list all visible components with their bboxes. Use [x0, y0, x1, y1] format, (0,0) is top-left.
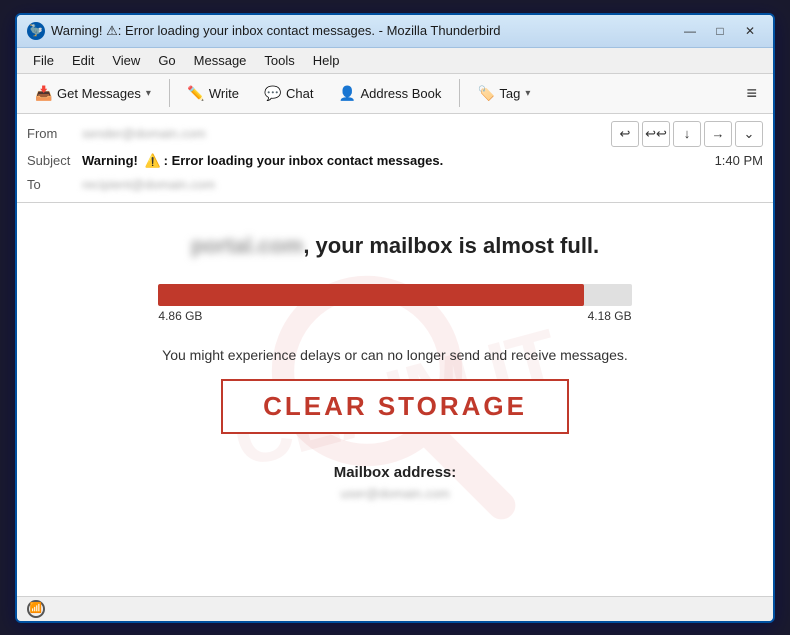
reply-all-button[interactable]: ↩↩ [642, 121, 670, 147]
tag-dropdown-icon[interactable]: ▾ [525, 88, 530, 99]
write-button[interactable]: ✏️ Write [177, 80, 250, 106]
get-messages-icon: 📥 [36, 85, 52, 101]
get-messages-dropdown-icon[interactable]: ▾ [146, 88, 151, 99]
window-title: Warning! ⚠: Error loading your inbox con… [51, 23, 501, 39]
get-messages-label: Get Messages [57, 86, 141, 101]
menu-help[interactable]: Help [305, 50, 348, 71]
address-book-icon: 👤 [339, 85, 355, 101]
tag-label: Tag [499, 86, 520, 101]
menu-message[interactable]: Message [186, 50, 255, 71]
email-timestamp: 1:40 PM [715, 153, 763, 168]
email-header: From sender@domain.com ↩ ↩↩ ↓ → ⌄ Subjec… [17, 114, 773, 203]
address-book-button[interactable]: 👤 Address Book [328, 80, 452, 106]
menu-go[interactable]: Go [150, 50, 183, 71]
toolbar: 📥 Get Messages ▾ ✏️ Write 💬 Chat 👤 Addre… [17, 74, 773, 114]
from-value: sender@domain.com [82, 126, 206, 141]
app-icon: 🦤 [27, 22, 45, 40]
menu-edit[interactable]: Edit [64, 50, 102, 71]
to-value: recipient@domain.com [82, 177, 215, 192]
title-bar-left: 🦤 Warning! ⚠: Error loading your inbox c… [27, 22, 501, 40]
blurred-domain: portal.com [191, 233, 303, 258]
close-button[interactable]: ✕ [737, 21, 763, 41]
main-window: 🦤 Warning! ⚠: Error loading your inbox c… [15, 13, 775, 623]
menu-file[interactable]: File [25, 50, 62, 71]
chat-icon: 💬 [265, 85, 281, 101]
chat-button[interactable]: 💬 Chat [254, 80, 324, 106]
from-label: From [27, 126, 82, 141]
menu-tools[interactable]: Tools [256, 50, 302, 71]
chat-label: Chat [286, 86, 313, 101]
hamburger-button[interactable]: ≡ [738, 79, 765, 108]
subject-row: Subject Warning! ⚠️: Error loading your … [17, 150, 773, 172]
address-book-label: Address Book [360, 86, 441, 101]
headline-suffix: , your mailbox is almost full. [303, 233, 599, 258]
tag-button[interactable]: 🏷️ Tag ▾ [467, 80, 541, 106]
toolbar-divider-1 [169, 79, 170, 107]
subject-label: Subject [27, 153, 82, 168]
clear-storage-label: CLEAR STORAGE [263, 391, 527, 421]
used-storage-label: 4.86 GB [158, 309, 202, 323]
window-controls: — □ ✕ [677, 21, 763, 41]
progress-labels: 4.86 GB 4.18 GB [158, 309, 631, 323]
write-label: Write [209, 86, 239, 101]
email-content: CLAIM IT portal.com, your mailbox is alm… [17, 203, 773, 596]
signal-icon: 📶 [30, 603, 42, 614]
from-row: From sender@domain.com ↩ ↩↩ ↓ → ⌄ [17, 118, 773, 150]
delay-warning-text: You might experience delays or can no lo… [162, 347, 628, 363]
menu-view[interactable]: View [104, 50, 148, 71]
mailbox-address: user@domain.com [334, 486, 457, 501]
progress-bar-background [158, 284, 631, 306]
clear-storage-button[interactable]: CLEAR STORAGE [221, 379, 569, 434]
warning-icon: ⚠️ [144, 153, 160, 169]
down-button[interactable]: ↓ [673, 121, 701, 147]
title-bar: 🦤 Warning! ⚠: Error loading your inbox c… [17, 15, 773, 48]
subject-text: Warning! ⚠️: Error loading your inbox co… [82, 153, 443, 169]
maximize-button[interactable]: □ [707, 21, 733, 41]
email-body: CLAIM IT portal.com, your mailbox is alm… [17, 203, 773, 596]
mailbox-section: Mailbox address: user@domain.com [334, 464, 457, 501]
mailbox-title: Mailbox address: [334, 464, 457, 481]
progress-bar-fill [158, 284, 584, 306]
write-icon: ✏️ [188, 85, 204, 101]
tag-icon: 🏷️ [478, 85, 494, 101]
toolbar-divider-2 [459, 79, 460, 107]
to-row: To recipient@domain.com [17, 172, 773, 198]
get-messages-button[interactable]: 📥 Get Messages ▾ [25, 80, 162, 106]
to-label: To [27, 177, 82, 192]
email-headline: portal.com, your mailbox is almost full. [191, 233, 599, 259]
total-storage-label: 4.18 GB [588, 309, 632, 323]
status-bar: 📶 [17, 596, 773, 621]
more-button[interactable]: ⌄ [735, 121, 763, 147]
connection-status-icon: 📶 [27, 600, 45, 618]
minimize-button[interactable]: — [677, 21, 703, 41]
forward-button[interactable]: → [704, 121, 732, 147]
header-actions: ↩ ↩↩ ↓ → ⌄ [611, 121, 763, 147]
reply-button[interactable]: ↩ [611, 121, 639, 147]
menu-bar: File Edit View Go Message Tools Help [17, 48, 773, 74]
storage-progress: 4.86 GB 4.18 GB [158, 284, 631, 323]
